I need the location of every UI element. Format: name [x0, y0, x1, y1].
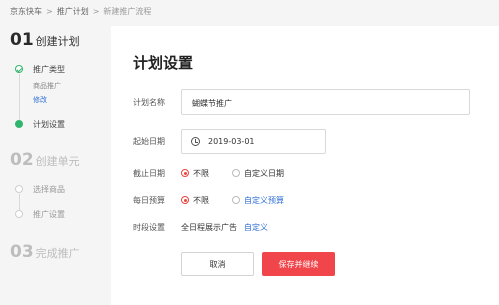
chevron-right-icon: > — [92, 7, 100, 16]
active-step-dot-icon — [15, 120, 23, 128]
end-date-unlimited-radio[interactable] — [181, 169, 189, 177]
breadcrumb-item-jd-express[interactable]: 京东快车 — [10, 7, 42, 16]
pending-step-dot-icon — [15, 210, 23, 218]
clock-icon — [191, 137, 200, 146]
step-item-promo-settings: 推广设置 — [33, 210, 65, 219]
end-date-label: 截止日期 — [133, 169, 165, 178]
step-1-title: 创建计划 — [35, 35, 80, 48]
plan-name-value: 蝴蝶节推广 — [192, 99, 232, 108]
breadcrumb: 京东快车 > 推广计划 > 新建推广流程 — [10, 6, 151, 17]
breadcrumb-item-plans[interactable]: 推广计划 — [57, 7, 89, 16]
pending-step-dot-icon — [15, 185, 23, 193]
step-1-number: 01 — [10, 30, 34, 50]
end-date-unlimited-label[interactable]: 不限 — [193, 168, 209, 179]
budget-unlimited-label[interactable]: 不限 — [193, 195, 209, 206]
budget-custom-radio[interactable] — [232, 196, 240, 204]
step-2-title: 创建单元 — [35, 155, 80, 168]
schedule-label: 时段设置 — [133, 223, 165, 232]
breadcrumb-current: 新建推广流程 — [103, 7, 152, 16]
start-date-value: 2019-03-01 — [208, 137, 255, 146]
step-item-promo-type: 推广类型 — [33, 65, 65, 74]
plan-name-input[interactable]: 蝴蝶节推广 — [181, 89, 470, 115]
step-connector — [19, 74, 20, 120]
start-date-picker[interactable]: 2019-03-01 — [181, 129, 326, 154]
end-date-custom-radio[interactable] — [232, 169, 240, 177]
step-2-header: 02 创建单元 — [10, 150, 80, 170]
step-3-number: 03 — [10, 242, 34, 262]
end-date-custom-label[interactable]: 自定义日期 — [244, 168, 284, 179]
page-title: 计划设置 — [133, 54, 194, 72]
check-circle-icon — [15, 65, 23, 73]
schedule-custom-link[interactable]: 自定义 — [244, 222, 268, 233]
step-2-number: 02 — [10, 150, 34, 170]
cancel-button[interactable]: 取消 — [181, 252, 254, 276]
plan-name-label: 计划名称 — [133, 98, 165, 107]
start-date-label: 起始日期 — [133, 137, 165, 146]
budget-custom-link[interactable]: 自定义预算 — [244, 195, 284, 206]
schedule-value: 全日程展示广告 — [181, 223, 237, 232]
edit-promo-type-link[interactable]: 修改 — [33, 95, 47, 105]
chevron-right-icon: > — [46, 7, 53, 16]
budget-unlimited-radio[interactable] — [181, 196, 189, 204]
step-1-header: 01 创建计划 — [10, 30, 80, 50]
step-item-plan-settings: 计划设置 — [33, 120, 65, 129]
save-and-continue-button[interactable]: 保存并继续 — [262, 252, 335, 276]
step-3-header: 03 完成推广 — [10, 242, 80, 262]
step-3-title: 完成推广 — [35, 247, 80, 260]
step-item-select-products: 选择商品 — [33, 185, 65, 194]
promo-type-value: 商品推广 — [33, 82, 61, 90]
daily-budget-label: 每日预算 — [133, 196, 165, 205]
